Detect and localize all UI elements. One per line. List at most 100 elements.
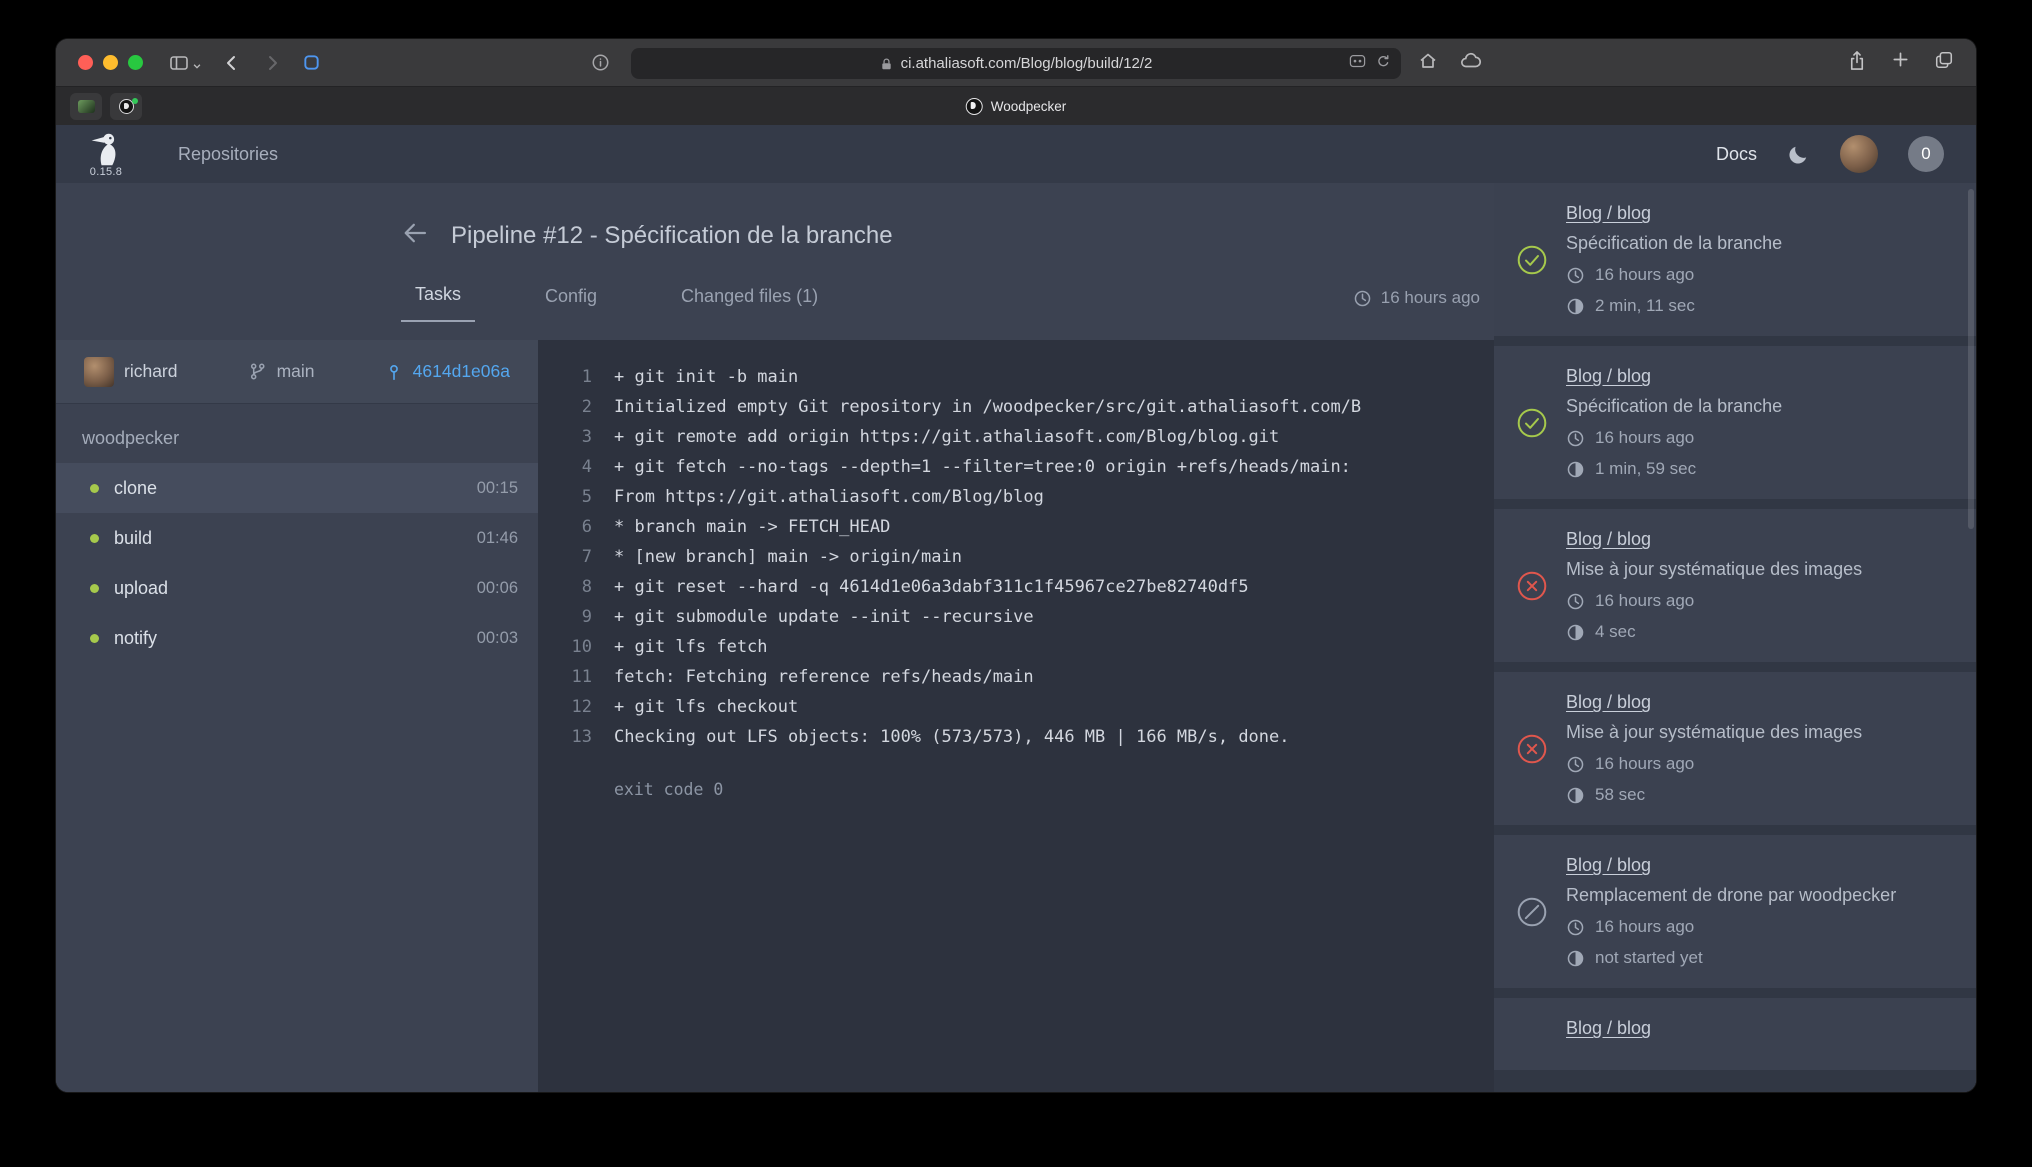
log-line: 2Initialized empty Git repository in /wo… [556, 392, 1476, 422]
pipeline-header: Pipeline #12 - Spécification de la branc… [56, 183, 1494, 340]
step-notify[interactable]: notify 00:03 [56, 613, 538, 663]
author-avatar [84, 357, 114, 387]
tab-title: Woodpecker [991, 99, 1067, 114]
log-line: 5From https://git.athaliasoft.com/Blog/b… [556, 482, 1476, 512]
commit-item[interactable]: 4614d1e06a [385, 361, 510, 382]
clock-icon [1566, 592, 1585, 611]
pinned-tab-2[interactable] [110, 93, 142, 120]
back-button[interactable] [222, 53, 242, 73]
commit-hash-link[interactable]: 4614d1e06a [413, 361, 510, 382]
log-line: 4+ git fetch --no-tags --depth=1 --filte… [556, 452, 1476, 482]
pipeline-duration: not started yet [1566, 948, 1954, 968]
page-title: Pipeline #12 - Spécification de la branc… [451, 222, 893, 250]
log-output: 1+ git init -b main 2Initialized empty G… [538, 340, 1494, 1092]
duration-icon [1566, 460, 1585, 479]
pipeline-card[interactable]: Blog / blog Spécification de la branche … [1494, 183, 1976, 336]
repo-link[interactable]: Blog / blog [1566, 855, 1651, 875]
active-tab[interactable]: Woodpecker [966, 87, 1067, 125]
status-icon [1516, 1018, 1548, 1050]
woodpecker-logo[interactable]: 0.15.8 [88, 132, 124, 178]
user-avatar[interactable] [1840, 135, 1878, 173]
pipeline-duration: 1 min, 59 sec [1566, 459, 1954, 479]
step-upload[interactable]: upload 00:06 [56, 563, 538, 613]
dark-mode-toggle-icon[interactable] [1787, 143, 1810, 166]
pipeline-age: 16 hours ago [1566, 917, 1954, 937]
info-icon[interactable] [591, 53, 610, 77]
author-name: richard [124, 361, 178, 382]
app-version: 0.15.8 [90, 166, 122, 178]
commit-message: Spécification de la branche [1566, 233, 1954, 254]
nav-repositories[interactable]: Repositories [178, 144, 278, 165]
back-arrow-icon[interactable] [401, 219, 429, 252]
pipeline-card[interactable]: Blog / blog Remplacement de drone par wo… [1494, 835, 1976, 988]
log-line: 9+ git submodule update --init --recursi… [556, 602, 1476, 632]
sidebar-scrollbar[interactable] [1968, 189, 1974, 529]
clock-icon [1353, 289, 1372, 308]
step-status-dot [90, 584, 99, 593]
log-line: 1+ git init -b main [556, 362, 1476, 392]
minimize-window-button[interactable] [103, 55, 118, 70]
branch-name: main [277, 361, 315, 382]
failure-x-icon [1516, 733, 1548, 765]
reload-icon[interactable] [1376, 54, 1391, 74]
pipeline-list-sidebar: Blog / blog Spécification de la branche … [1494, 183, 1976, 1092]
pipeline-age: 16 hours ago [1566, 265, 1954, 285]
author-item: richard [84, 357, 178, 387]
sidebar-toggle-icon[interactable] [169, 53, 202, 73]
repo-link[interactable]: Blog / blog [1566, 366, 1651, 386]
pipeline-card[interactable]: Blog / blog [1494, 998, 1976, 1070]
share-icon[interactable] [1847, 50, 1867, 76]
woodpecker-favicon [966, 98, 983, 115]
pipeline-card[interactable]: Blog / blog Mise à jour systématique des… [1494, 672, 1976, 825]
duration-icon [1566, 297, 1585, 316]
pinned-tab-1[interactable] [70, 93, 102, 120]
success-check-icon [1516, 244, 1548, 276]
step-build[interactable]: build 01:46 [56, 513, 538, 563]
pipeline-meta: richard main [56, 340, 538, 404]
close-window-button[interactable] [78, 55, 93, 70]
repo-link[interactable]: Blog / blog [1566, 1018, 1651, 1038]
repo-link[interactable]: Blog / blog [1566, 692, 1651, 712]
forward-button[interactable] [262, 53, 282, 73]
step-clone[interactable]: clone 00:15 [56, 463, 538, 513]
commit-message: Spécification de la branche [1566, 396, 1954, 417]
nav-docs[interactable]: Docs [1716, 144, 1757, 165]
commit-message: Remplacement de drone par woodpecker [1566, 885, 1954, 906]
log-line: 13Checking out LFS objects: 100% (573/57… [556, 722, 1476, 752]
branch-icon [248, 362, 267, 381]
pipeline-time: 16 hours ago [1353, 288, 1480, 322]
commit-message: Mise à jour systématique des images [1566, 559, 1954, 580]
cloud-icon[interactable] [1460, 51, 1482, 76]
commit-message: Mise à jour systématique des images [1566, 722, 1954, 743]
notification-badge[interactable]: 0 [1908, 136, 1944, 172]
commit-icon [385, 362, 403, 382]
log-line: 11fetch: Fetching reference refs/heads/m… [556, 662, 1476, 692]
pipeline-duration: 58 sec [1566, 785, 1954, 805]
pipeline-card[interactable]: Blog / blog Spécification de la branche … [1494, 346, 1976, 499]
pipeline-age: 16 hours ago [1566, 591, 1954, 611]
pipeline-main: Pipeline #12 - Spécification de la branc… [56, 183, 1494, 1092]
clock-icon [1566, 755, 1585, 774]
step-group-label: woodpecker [56, 404, 538, 463]
tab-config[interactable]: Config [531, 286, 611, 322]
content-blocker-icon[interactable] [1349, 54, 1366, 73]
tab-tasks[interactable]: Tasks [401, 284, 475, 322]
step-status-dot [90, 484, 99, 493]
traffic-lights [78, 55, 143, 70]
tab-changed-files[interactable]: Changed files (1) [667, 286, 832, 322]
home-icon[interactable] [1418, 51, 1438, 76]
log-line: 3+ git remote add origin https://git.ath… [556, 422, 1476, 452]
pipeline-card[interactable]: Blog / blog Mise à jour systématique des… [1494, 509, 1976, 662]
address-bar[interactable]: ci.athaliasoft.com/Blog/blog/build/12/2 [631, 48, 1401, 79]
active-dot [132, 98, 138, 104]
new-tab-icon[interactable] [1891, 50, 1910, 76]
page-icon[interactable] [302, 53, 321, 72]
duration-icon [1566, 786, 1585, 805]
zoom-window-button[interactable] [128, 55, 143, 70]
repo-link[interactable]: Blog / blog [1566, 529, 1651, 549]
clock-icon [1566, 266, 1585, 285]
log-line: 8+ git reset --hard -q 4614d1e06a3dabf31… [556, 572, 1476, 602]
tab-overview-icon[interactable] [1934, 50, 1954, 76]
clock-icon [1566, 429, 1585, 448]
repo-link[interactable]: Blog / blog [1566, 203, 1651, 223]
